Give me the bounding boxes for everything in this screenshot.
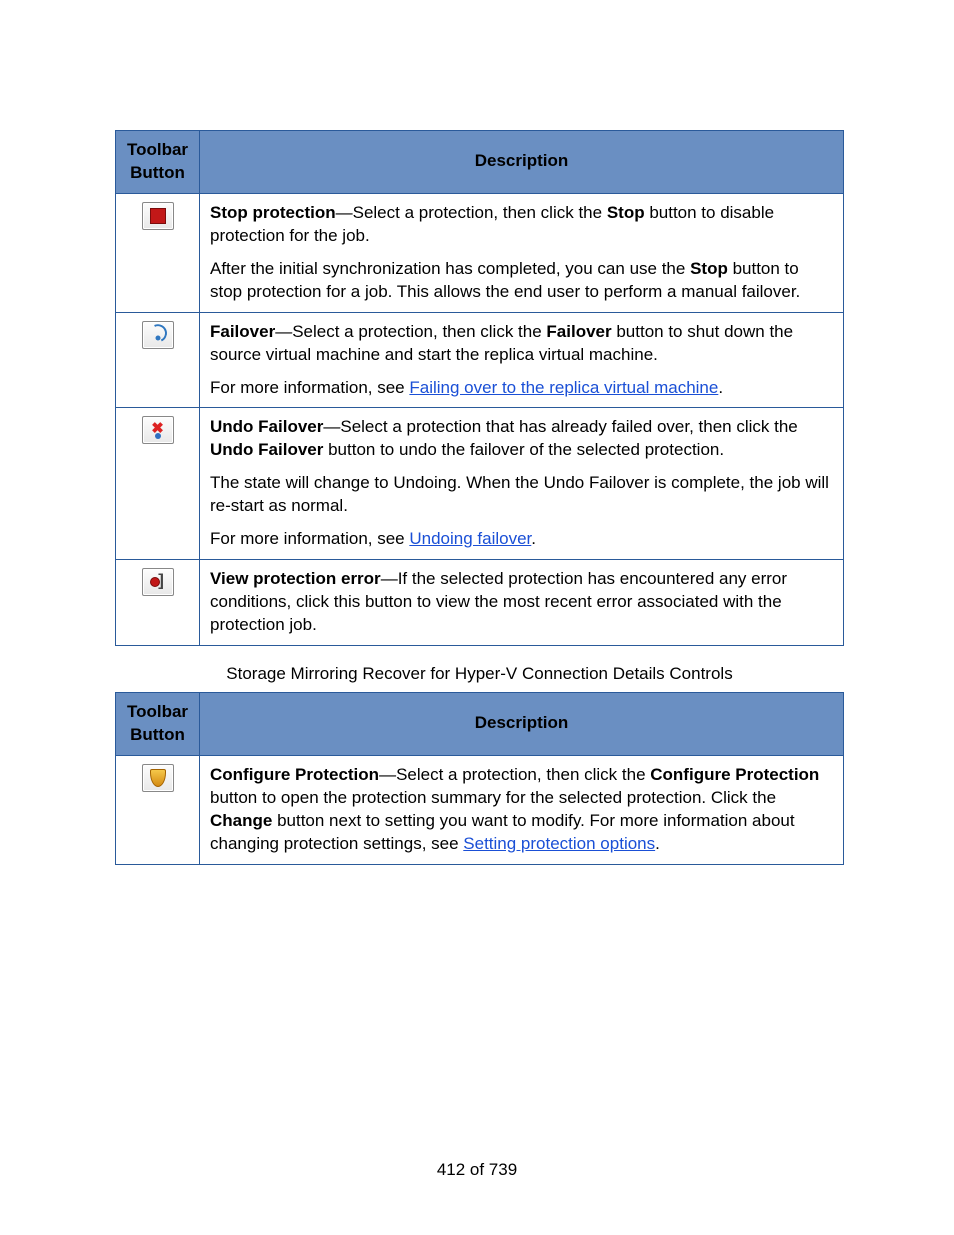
button-ref: Change: [210, 811, 272, 830]
text: button to open the protection summary fo…: [210, 788, 776, 807]
text: After the initial synchronization has co…: [210, 259, 690, 278]
document-page: Toolbar Button Description Stop protecti…: [0, 0, 954, 1235]
button-ref: Failover: [546, 322, 611, 341]
icon-cell: [116, 408, 200, 560]
term-label: View protection error: [210, 569, 381, 588]
description-cell: Configure Protection—Select a protection…: [200, 755, 844, 864]
link-setting-protection-options[interactable]: Setting protection options: [463, 834, 655, 853]
button-ref: Configure Protection: [650, 765, 819, 784]
configure-protection-icon: [142, 764, 174, 792]
page-footer: 412 of 739: [0, 1160, 954, 1180]
text: button to undo the failover of the selec…: [323, 440, 724, 459]
text: —Select a protection that has already fa…: [323, 417, 797, 436]
term-label: Stop protection: [210, 203, 336, 222]
table1-header-toolbar-button: Toolbar Button: [116, 131, 200, 194]
table-row: Stop protection—Select a protection, the…: [116, 193, 844, 312]
text: The state will change to Undoing. When t…: [210, 472, 833, 518]
table-row: Failover—Select a protection, then click…: [116, 312, 844, 408]
table2-caption: Storage Mirroring Recover for Hyper-V Co…: [115, 664, 844, 684]
text: For more information, see: [210, 529, 409, 548]
icon-cell: [116, 312, 200, 408]
text: —Select a protection, then click the: [379, 765, 650, 784]
icon-cell: [116, 560, 200, 646]
description-cell: Failover—Select a protection, then click…: [200, 312, 844, 408]
text: .: [718, 378, 723, 397]
table2-header-description: Description: [200, 692, 844, 755]
link-undoing-failover[interactable]: Undoing failover: [409, 529, 531, 548]
table-row: View protection error—If the selected pr…: [116, 560, 844, 646]
description-cell: Undo Failover—Select a protection that h…: [200, 408, 844, 560]
description-cell: Stop protection—Select a protection, the…: [200, 193, 844, 312]
table-row: Configure Protection—Select a protection…: [116, 755, 844, 864]
failover-icon: [142, 321, 174, 349]
toolbar-controls-table-2: Toolbar Button Description Configure Pro…: [115, 692, 844, 865]
link-failing-over[interactable]: Failing over to the replica virtual mach…: [409, 378, 718, 397]
view-error-icon: [142, 568, 174, 596]
toolbar-controls-table-1: Toolbar Button Description Stop protecti…: [115, 130, 844, 646]
text: .: [655, 834, 660, 853]
undo-failover-icon: [142, 416, 174, 444]
term-label: Failover: [210, 322, 275, 341]
table2-header-toolbar-button: Toolbar Button: [116, 692, 200, 755]
stop-protection-icon: [142, 202, 174, 230]
term-label: Undo Failover: [210, 417, 323, 436]
description-cell: View protection error—If the selected pr…: [200, 560, 844, 646]
table-row: Undo Failover—Select a protection that h…: [116, 408, 844, 560]
text: —Select a protection, then click the: [336, 203, 607, 222]
button-ref: Stop: [690, 259, 728, 278]
icon-cell: [116, 755, 200, 864]
table1-header-description: Description: [200, 131, 844, 194]
text: For more information, see: [210, 378, 409, 397]
text: .: [531, 529, 536, 548]
term-label: Configure Protection: [210, 765, 379, 784]
button-ref: Stop: [607, 203, 645, 222]
button-ref: Undo Failover: [210, 440, 323, 459]
icon-cell: [116, 193, 200, 312]
text: —Select a protection, then click the: [275, 322, 546, 341]
